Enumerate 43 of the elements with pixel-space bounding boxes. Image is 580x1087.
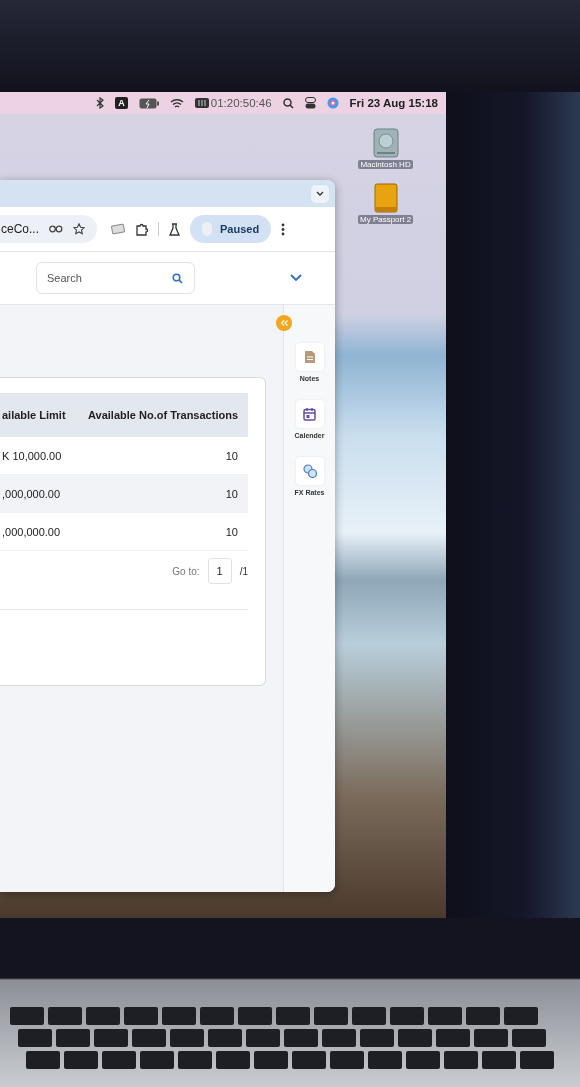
extensions-icon[interactable]: [135, 222, 148, 236]
double-chevron-left-icon: [280, 320, 288, 326]
column-header: Available No.of Transactions: [67, 393, 248, 437]
star-icon[interactable]: [73, 223, 85, 235]
flask-icon[interactable]: [169, 222, 180, 236]
tab-list-button[interactable]: [311, 184, 329, 203]
wifi-icon[interactable]: [169, 97, 184, 109]
calendar-icon[interactable]: [303, 407, 316, 421]
page-total: /1: [239, 565, 248, 577]
side-tile[interactable]: [295, 457, 324, 485]
desktop-icon-label[interactable]: Macintosh HD: [358, 160, 413, 169]
chevron-down-icon[interactable]: [290, 274, 302, 282]
side-tile[interactable]: [295, 343, 324, 371]
table-cell: 10: [67, 474, 248, 513]
search-icon[interactable]: [172, 273, 183, 284]
hard-drive-icon[interactable]: [370, 128, 401, 158]
chevron-down-icon: [316, 191, 324, 196]
address-text: ceCo...: [1, 222, 39, 236]
collapse-toggle-button[interactable]: [276, 315, 292, 331]
search-field[interactable]: Search: [36, 262, 195, 294]
more-menu-icon[interactable]: [281, 222, 286, 236]
avatar-icon: [202, 222, 212, 236]
coins-icon[interactable]: [302, 464, 317, 478]
table-cell: 10: [67, 437, 248, 475]
keyboard-input-badge[interactable]: A: [115, 97, 128, 109]
side-tile[interactable]: [295, 400, 324, 428]
goto-label: Go to:: [172, 565, 200, 577]
timer-text: 01:20:50:46: [210, 97, 272, 109]
table-cell: 10: [67, 512, 248, 551]
column-header: ailable Limit: [0, 393, 68, 437]
bluetooth-icon[interactable]: [96, 97, 105, 109]
table-cell: ,000,000.00: [0, 512, 68, 551]
search-icon[interactable]: [282, 97, 294, 109]
document-icon[interactable]: [303, 350, 316, 364]
clock-text[interactable]: Fri 23 Aug 15:18: [349, 97, 438, 109]
page-input[interactable]: 1: [207, 558, 232, 584]
control-center-icon[interactable]: [304, 97, 316, 109]
battery-icon[interactable]: [138, 97, 159, 109]
profile-button[interactable]: Paused: [190, 215, 272, 243]
table-cell: K 10,000.00: [0, 437, 68, 475]
address-bar[interactable]: ceCo...: [0, 215, 97, 243]
table-cell: ,000,000.00: [0, 474, 68, 513]
desktop-icon-label[interactable]: My Passport 2: [358, 215, 414, 224]
